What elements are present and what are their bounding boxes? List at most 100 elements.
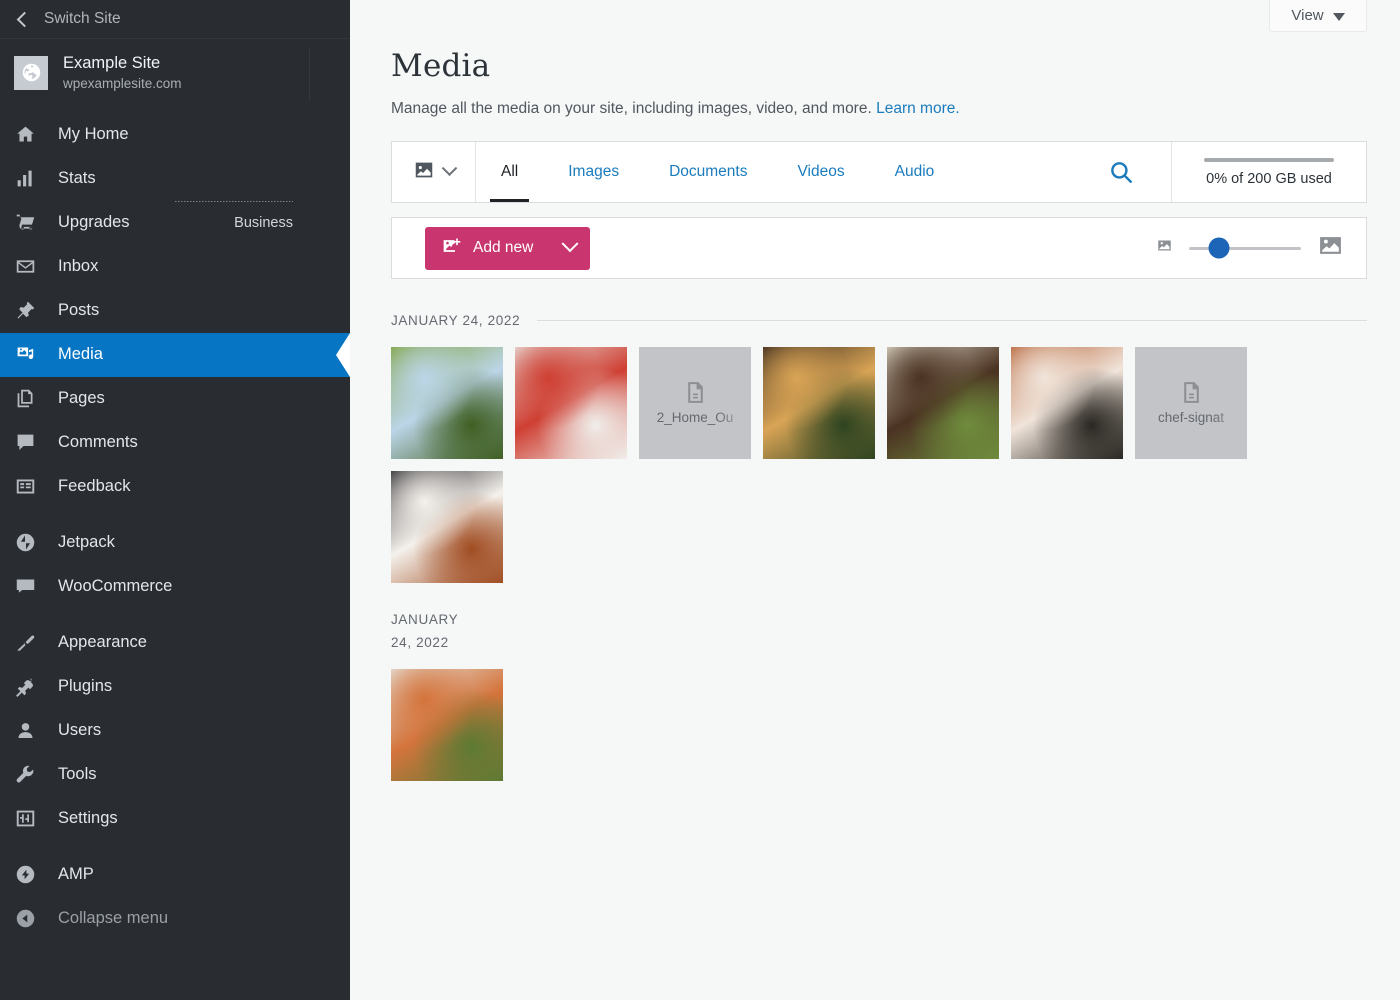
media-item-document[interactable]: 2_Home_Ou <box>639 346 751 459</box>
bar-chart-icon <box>14 168 36 190</box>
media-icon <box>14 344 36 366</box>
media-item-image[interactable] <box>391 668 503 781</box>
media-thumbnail-preview <box>763 346 875 459</box>
tab-images[interactable]: Images <box>543 142 644 202</box>
image-icon <box>413 159 435 186</box>
sidebar-nav-group: Appearance Plugins Users Tools Settings <box>0 621 350 853</box>
sidebar-item-badge: Business <box>234 214 293 231</box>
media-item-document[interactable]: chef-signat <box>1135 346 1247 459</box>
add-new-button[interactable]: Add new <box>425 226 591 270</box>
home-icon <box>14 124 36 146</box>
sliders-icon <box>14 808 36 830</box>
media-date-group: JANUARY 24, 2022 2_Home_Ou chef-signat <box>391 309 1367 583</box>
slider-thumb[interactable] <box>1208 237 1230 259</box>
tab-all[interactable]: All <box>476 142 543 202</box>
collapse-icon <box>14 908 36 930</box>
tab-label: All <box>501 163 519 180</box>
site-name: Example Site <box>63 54 161 72</box>
sidebar-nav-group: AMP Collapse menu <box>0 853 350 953</box>
sidebar-item-label: Comments <box>58 433 138 452</box>
sidebar-item-upgrades[interactable]: Upgrades Business <box>0 200 350 245</box>
sidebar-item-appearance[interactable]: Appearance <box>0 621 350 665</box>
sidebar-item-users[interactable]: Users <box>0 709 350 753</box>
sidebar-item-tools[interactable]: Tools <box>0 753 350 797</box>
learn-more-link[interactable]: Learn more. <box>876 100 960 117</box>
tab-documents[interactable]: Documents <box>644 142 772 202</box>
sidebar-item-label: Settings <box>58 809 118 828</box>
media-date-label: JANUARY 24, 2022 <box>391 611 459 651</box>
media-item-image[interactable] <box>1011 346 1123 459</box>
sidebar-item-label: Collapse menu <box>58 909 169 928</box>
plug-icon <box>14 676 36 698</box>
sidebar-item-comments[interactable]: Comments <box>0 421 350 465</box>
sidebar-item-inbox[interactable]: Inbox <box>0 245 350 289</box>
sidebar-item-feedback[interactable]: Feedback <box>0 465 350 509</box>
feedback-icon <box>14 476 36 498</box>
sidebar-item-label: Posts <box>58 301 100 320</box>
media-thumbnail-preview <box>391 346 503 459</box>
sidebar-item-woocommerce[interactable]: WooCommerce <box>0 565 350 609</box>
sidebar-item-label: Appearance <box>58 633 147 652</box>
page-header: Media Manage all the media on your site,… <box>350 0 1400 118</box>
media-item-image[interactable] <box>391 470 503 583</box>
media-thumbnail-preview <box>515 346 627 459</box>
search-icon <box>1111 162 1132 183</box>
sidebar-nav-group: My Home Stats Upgrades Business Inbox Posts Me… <box>0 113 350 521</box>
pages-icon <box>14 388 36 410</box>
page-title: Media <box>391 48 491 84</box>
envelope-icon <box>14 256 36 278</box>
view-button-label: View <box>1291 7 1324 24</box>
media-item-image[interactable] <box>391 346 503 459</box>
pin-icon <box>14 300 36 322</box>
switch-site-label: Switch Site <box>44 10 121 27</box>
tab-videos[interactable]: Videos <box>772 142 869 202</box>
media-date-group: JANUARY 24, 2022 <box>391 608 1367 781</box>
wp-admin-screen: Switch Site Example Site wpexamplesite.c… <box>0 0 1400 1000</box>
sidebar-item-label: Tools <box>58 765 97 784</box>
media-item-filename: 2_Home_Ou <box>656 410 734 426</box>
doc-icon <box>687 382 703 404</box>
sidebar-item-media[interactable]: Media <box>0 332 350 377</box>
media-date-rule <box>537 320 1367 322</box>
current-site-card[interactable]: Example Site wpexamplesite.com <box>0 39 350 109</box>
sidebar-item-pages[interactable]: Pages <box>0 377 350 421</box>
switch-site-button[interactable]: Switch Site <box>0 0 350 39</box>
media-date-label: JANUARY 24, 2022 <box>391 313 521 328</box>
media-thumbnail-preview <box>391 470 503 583</box>
media-thumbnail-preview <box>391 668 503 781</box>
media-item-image[interactable] <box>763 346 875 459</box>
storage-progress-bar <box>1204 157 1334 162</box>
sidebar-item-amp[interactable]: AMP <box>0 853 350 897</box>
media-item-image[interactable] <box>515 346 627 459</box>
sidebar-item-separator <box>175 200 293 202</box>
thumbnail-size-slider[interactable] <box>1157 233 1343 263</box>
sidebar-item-posts[interactable]: Posts <box>0 289 350 333</box>
tab-label: Videos <box>797 163 845 180</box>
chevron-down-icon <box>441 159 457 176</box>
sidebar-item-my-home[interactable]: My Home <box>0 113 350 157</box>
media-item-image[interactable] <box>887 346 999 459</box>
tab-label: Documents <box>669 163 748 180</box>
media-library-grid: JANUARY 24, 2022 2_Home_Ou chef-signat JANU… <box>391 279 1367 781</box>
sidebar-item-plugins[interactable]: Plugins <box>0 665 350 709</box>
sidebar-item-label: Plugins <box>58 677 113 696</box>
comment-icon <box>14 432 36 454</box>
amp-icon <box>14 864 36 886</box>
search-button[interactable] <box>1071 142 1171 202</box>
user-icon <box>14 720 36 742</box>
add-new-dropdown-toggle[interactable] <box>550 227 590 270</box>
sidebar-item-label: Feedback <box>58 477 131 496</box>
view-button[interactable]: View <box>1269 0 1367 32</box>
sidebar-item-settings[interactable]: Settings <box>0 797 350 841</box>
sidebar-item-label: Stats <box>58 169 96 188</box>
sidebar: Switch Site Example Site wpexamplesite.c… <box>0 0 350 1000</box>
sidebar-item-stats[interactable]: Stats <box>0 157 350 201</box>
tab-audio[interactable]: Audio <box>870 142 960 202</box>
add-image-icon <box>442 236 462 261</box>
sidebar-item-collapse-menu[interactable]: Collapse menu <box>0 897 350 941</box>
slider-track[interactable] <box>1189 237 1301 259</box>
woo-icon <box>14 576 36 598</box>
large-image-icon <box>1318 233 1343 263</box>
media-type-select[interactable] <box>392 142 476 202</box>
sidebar-item-jetpack[interactable]: Jetpack <box>0 521 350 565</box>
